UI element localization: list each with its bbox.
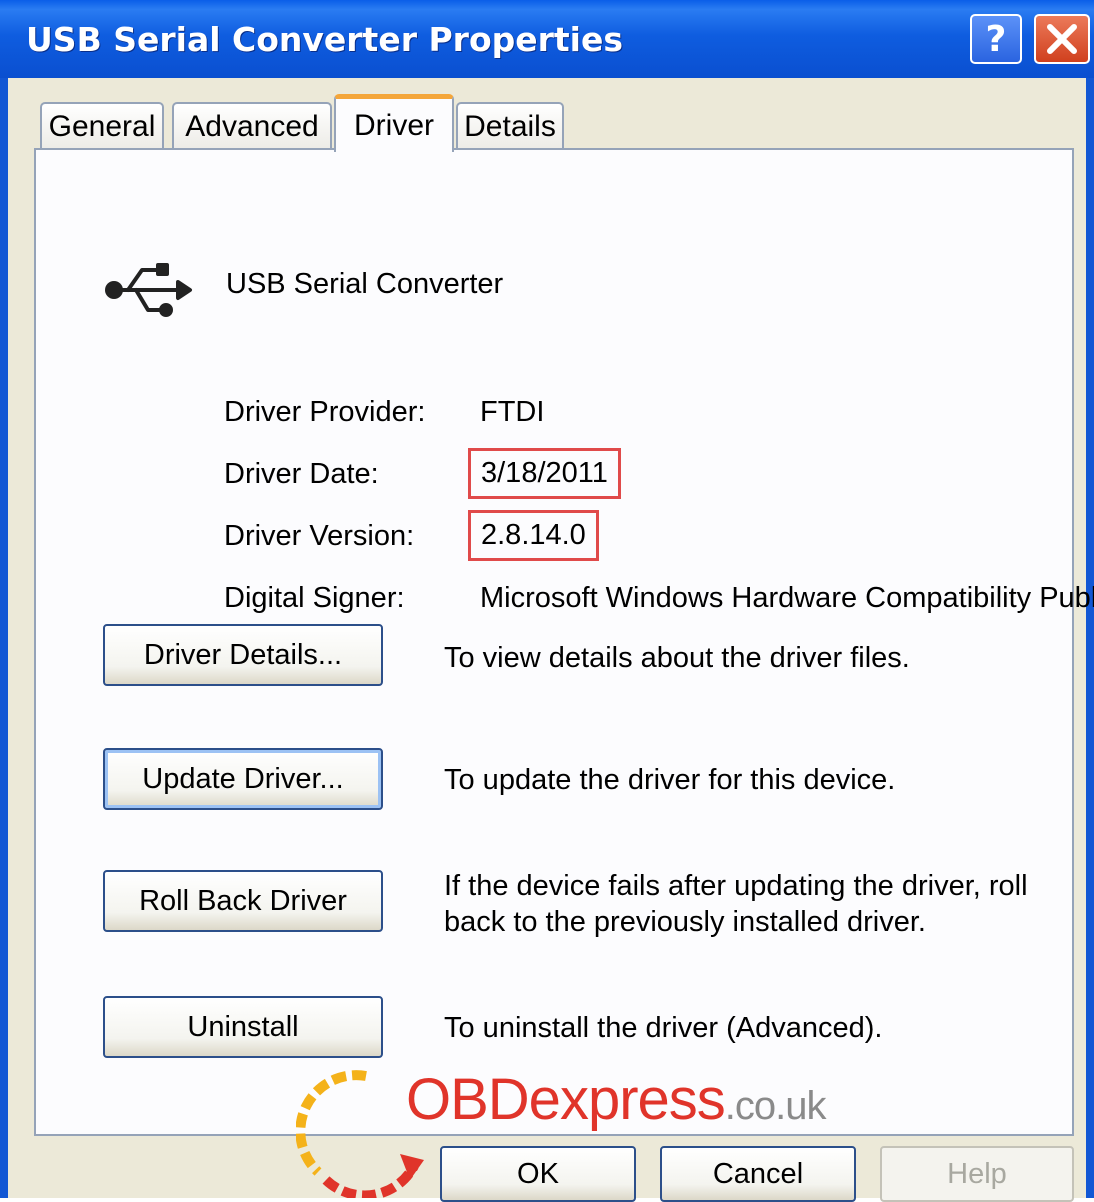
close-icon: [1047, 24, 1077, 54]
question-icon: ?: [985, 18, 1007, 60]
roll-back-description: If the device fails after updating the d…: [444, 870, 1028, 938]
usb-icon: [105, 263, 192, 317]
driver-details-button[interactable]: Driver Details...: [103, 624, 383, 686]
uninstall-description: To uninstall the driver (Advanced).: [444, 1012, 883, 1044]
tab-general[interactable]: General: [40, 102, 164, 150]
driver-version-value: 2.8.14.0: [468, 510, 599, 561]
driver-panel: USB Serial Converter Driver Provider: FT…: [34, 148, 1094, 1136]
properties-window: USB Serial Converter Properties ? Genera…: [0, 0, 1094, 1202]
digital-signer-value: Microsoft Windows Hardware Compatibility…: [480, 582, 1094, 614]
obdexpress-watermark: OBDexpress.co.uk: [296, 1062, 836, 1198]
roll-back-driver-button[interactable]: Roll Back Driver: [103, 870, 383, 932]
driver-date-value: 3/18/2011: [468, 448, 621, 499]
digital-signer-label: Digital Signer:: [224, 582, 405, 614]
window-title: USB Serial Converter Properties: [26, 20, 623, 59]
uninstall-button[interactable]: Uninstall: [103, 996, 383, 1058]
close-button[interactable]: [1034, 14, 1090, 64]
help-title-button[interactable]: ?: [970, 14, 1022, 64]
driver-version-label: Driver Version:: [224, 520, 415, 552]
title-bar[interactable]: USB Serial Converter Properties ?: [0, 0, 1094, 78]
driver-date-label: Driver Date:: [224, 458, 379, 490]
driver-provider-value: FTDI: [480, 396, 545, 428]
watermark-brand: OBDexpress: [406, 1067, 726, 1132]
update-driver-button[interactable]: Update Driver...: [103, 748, 383, 810]
watermark-domain: .co.uk: [724, 1084, 827, 1128]
tab-details[interactable]: Details: [456, 102, 564, 150]
update-driver-description: To update the driver for this device.: [444, 764, 896, 796]
watermark-text: OBDexpress.co.uk: [406, 1066, 826, 1133]
driver-provider-label: Driver Provider:: [224, 396, 426, 428]
dialog-body: General Advanced Driver Details USB Seri…: [8, 78, 1094, 1202]
help-button[interactable]: Help: [880, 1146, 1074, 1202]
tab-advanced[interactable]: Advanced: [172, 102, 332, 150]
driver-details-description: To view details about the driver files.: [444, 642, 910, 674]
tab-driver[interactable]: Driver: [334, 94, 454, 152]
device-name: USB Serial Converter: [226, 268, 504, 300]
